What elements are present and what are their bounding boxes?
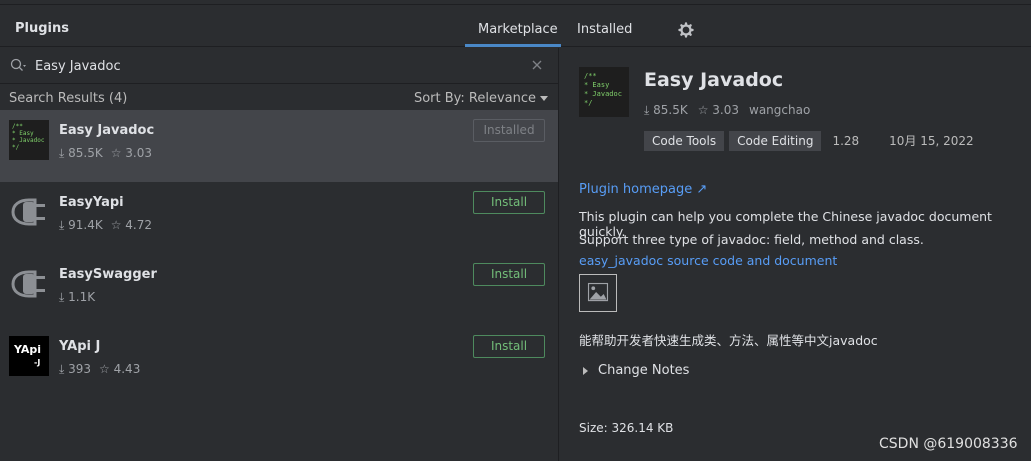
- install-button[interactable]: Install: [473, 191, 545, 214]
- tab-installed[interactable]: Installed: [577, 22, 632, 37]
- easy-javadoc-icon: /** * Easy * Javadoc */: [579, 67, 629, 117]
- icon-line: * Easy: [584, 81, 610, 89]
- plugin-detail-stats: ⤓ 85.5K ☆ 3.03 wangchao: [644, 103, 820, 118]
- change-notes-label: Change Notes: [598, 363, 690, 378]
- sort-dropdown[interactable]: Sort By: Relevance: [414, 91, 548, 106]
- search-input[interactable]: [35, 56, 515, 76]
- download-count: ⤓ 393: [59, 362, 92, 376]
- header: Plugins Marketplace Installed: [0, 5, 1031, 47]
- release-date: 10月 15, 2022: [889, 134, 974, 148]
- icon-line: */: [12, 144, 20, 151]
- plugin-meta: ⤓ 1.1K: [59, 290, 103, 305]
- plugin-size: Size: 326.14 KB: [579, 421, 674, 435]
- vendor[interactable]: wangchao: [749, 103, 810, 117]
- close-icon[interactable]: [531, 59, 543, 71]
- icon-line: * Javadoc: [12, 137, 45, 144]
- install-button[interactable]: Install: [473, 335, 545, 358]
- results-count: Search Results (4): [9, 91, 128, 106]
- gear-icon[interactable]: [678, 22, 694, 38]
- tab-marketplace[interactable]: Marketplace: [478, 22, 558, 37]
- version: 1.28: [832, 134, 860, 148]
- yapi-icon-mark: -J: [34, 358, 41, 367]
- plugin-list-panel: Search Results (4) Sort By: Relevance /*…: [0, 48, 558, 461]
- rating: ☆ 4.72: [110, 218, 153, 232]
- plugin-row-yapi-j[interactable]: YApi -J YApi J ⤓ 393 ☆ 4.43 Install: [0, 326, 558, 398]
- page-title: Plugins: [15, 21, 69, 36]
- plugin-row-easy-javadoc[interactable]: /** * Easy * Javadoc */ Easy Javadoc ⤓ 8…: [0, 110, 558, 182]
- sort-label: Sort By: Relevance: [413, 91, 536, 106]
- description-line: Support three type of javadoc: field, me…: [579, 232, 924, 247]
- search-bar: [0, 48, 558, 84]
- icon-line: */: [584, 99, 593, 107]
- icon-line: * Javadoc: [584, 90, 622, 98]
- watermark: CSDN @619008336: [879, 436, 1018, 452]
- tag-code-tools[interactable]: Code Tools: [644, 131, 725, 151]
- icon-line: * Easy: [12, 130, 34, 137]
- plugin-name: Easy Javadoc: [59, 123, 155, 138]
- rating: ☆ 4.43: [99, 362, 141, 376]
- plugin-homepage-link[interactable]: Plugin homepage ↗: [579, 182, 707, 197]
- easy-javadoc-icon: /** * Easy * Javadoc */: [9, 120, 49, 160]
- installed-button: Installed: [473, 119, 545, 142]
- active-tab-indicator: [465, 44, 561, 47]
- plugin-name: EasySwagger: [59, 267, 157, 282]
- download-count: ⤓ 85.5K: [644, 103, 688, 117]
- download-count: ⤓ 91.4K: [59, 218, 103, 232]
- plug-icon: [11, 270, 45, 298]
- tag-code-editing[interactable]: Code Editing: [729, 131, 822, 151]
- chinese-description: 能帮助开发者快速生成类、方法、属性等中文javadoc: [579, 333, 878, 348]
- plugin-name: YApi J: [59, 339, 101, 354]
- chevron-down-icon: [540, 96, 548, 101]
- icon-line: /**: [584, 72, 597, 80]
- plugin-detail-panel: /** * Easy * Javadoc */ Easy Javadoc ⤓ 8…: [559, 48, 1031, 461]
- source-code-link[interactable]: easy_javadoc source code and document: [579, 253, 837, 268]
- plugin-meta: ⤓ 85.5K ☆ 3.03: [59, 146, 160, 161]
- download-count: ⤓ 1.1K: [59, 290, 96, 304]
- results-bar: Search Results (4) Sort By: Relevance: [0, 85, 558, 110]
- image-placeholder-icon: [579, 274, 617, 312]
- plugin-meta: ⤓ 393 ☆ 4.43: [59, 362, 148, 377]
- install-button[interactable]: Install: [473, 263, 545, 286]
- plugin-detail-name: Easy Javadoc: [644, 69, 784, 91]
- search-icon: [10, 58, 26, 71]
- download-count: ⤓ 85.5K: [59, 146, 103, 160]
- icon-line: /**: [12, 123, 23, 130]
- yapi-icon-text: YApi: [14, 343, 42, 356]
- plugin-row-easyyapi[interactable]: EasyYapi ⤓ 91.4K ☆ 4.72 Install: [0, 182, 558, 254]
- plugin-row-easyswagger[interactable]: EasySwagger ⤓ 1.1K Install: [0, 254, 558, 326]
- rating: ☆ 3.03: [697, 103, 740, 117]
- plugin-name: EasyYapi: [59, 195, 124, 210]
- change-notes-toggle[interactable]: Change Notes: [583, 363, 689, 378]
- rating: ☆ 3.03: [110, 146, 153, 160]
- plug-icon: [11, 198, 45, 226]
- plugin-detail-tags: Code Tools Code Editing 1.28 10月 15, 2022: [644, 131, 974, 151]
- chevron-right-icon: [583, 366, 588, 375]
- plugin-meta: ⤓ 91.4K ☆ 4.72: [59, 218, 160, 233]
- yapi-icon: YApi -J: [9, 336, 49, 376]
